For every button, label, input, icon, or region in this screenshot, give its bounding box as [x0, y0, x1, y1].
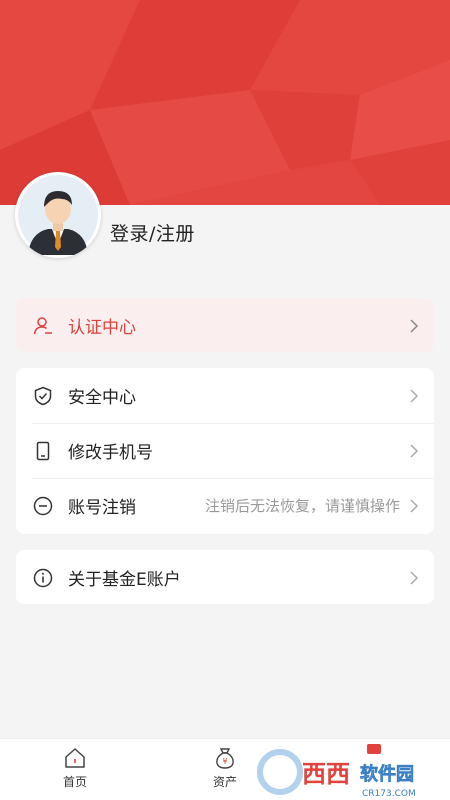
chevron-right-icon [408, 443, 420, 459]
chevron-right-icon [408, 498, 420, 514]
avatar-person-icon [18, 175, 98, 255]
home-icon [64, 747, 86, 769]
cancel-account-row[interactable]: 账号注销 注销后无法恢复，请谨慎操作 [16, 478, 434, 533]
minus-circle-icon [32, 495, 54, 517]
svg-text:西西: 西西 [302, 760, 350, 788]
chevron-right-icon [408, 570, 420, 586]
certification-card[interactable]: 认证中心 [16, 298, 434, 352]
phone-icon [32, 440, 54, 462]
tab-home-label: 首页 [62, 775, 87, 789]
login-register-link[interactable]: 登录/注册 [110, 219, 195, 246]
certification-center-row[interactable]: 认证中心 [16, 298, 434, 353]
about-row[interactable]: 关于基金E账户 [16, 550, 434, 605]
money-bag-icon: ¥ [214, 747, 236, 769]
info-circle-icon [32, 567, 54, 589]
svg-text:CR173.COM: CR173.COM [362, 789, 416, 799]
shield-check-icon [32, 385, 54, 407]
svg-text:¥: ¥ [222, 757, 227, 766]
security-card: 安全中心 修改手机号 账号注销 注销后无法恢复，请谨慎操作 [16, 368, 434, 534]
about-label: 关于基金E账户 [68, 570, 181, 590]
profile-section[interactable]: 登录/注册 [0, 170, 450, 260]
watermark-logo: 西西 软件园 CR173.COM [252, 744, 450, 800]
tab-assets-label: 资产 [212, 775, 237, 789]
svg-text:软件园: 软件园 [360, 763, 414, 785]
tab-home[interactable]: 首页 [45, 747, 105, 790]
chevron-right-icon [408, 318, 420, 334]
certification-center-label: 认证中心 [68, 318, 136, 338]
security-center-label: 安全中心 [68, 388, 136, 408]
tab-assets[interactable]: ¥ 资产 [195, 747, 255, 790]
chevron-right-icon [408, 388, 420, 404]
change-phone-label: 修改手机号 [68, 443, 153, 463]
cancel-account-label: 账号注销 [68, 498, 136, 518]
account-page: 登录/注册 认证中心 安全中心 修改手机号 账号注销 注销后无法恢复，请谨慎操作… [0, 0, 450, 800]
about-card[interactable]: 关于基金E账户 [16, 550, 434, 604]
security-center-row[interactable]: 安全中心 [16, 368, 434, 423]
user-check-icon [32, 315, 54, 337]
change-phone-row[interactable]: 修改手机号 [16, 423, 434, 478]
cancel-account-hint: 注销后无法恢复，请谨慎操作 [204, 497, 400, 515]
avatar[interactable] [15, 172, 101, 258]
